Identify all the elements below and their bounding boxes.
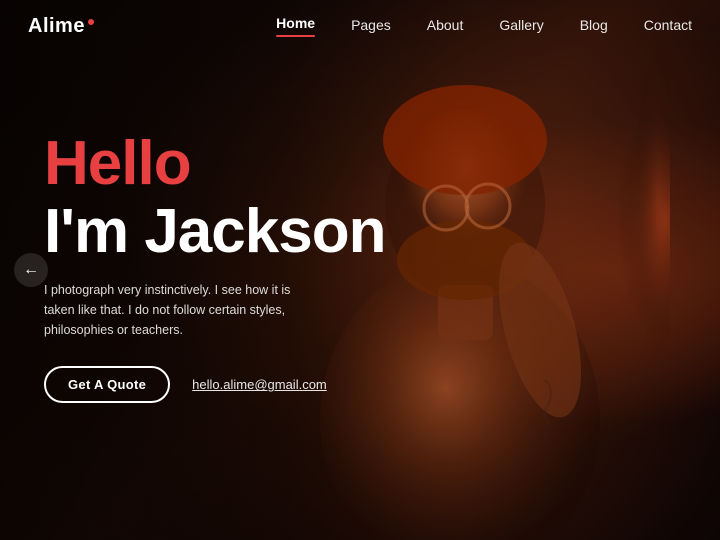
nav-link-home[interactable]: Home — [276, 15, 315, 37]
nav-link-blog[interactable]: Blog — [580, 17, 608, 33]
nav-link-gallery[interactable]: Gallery — [499, 17, 543, 33]
hero-content: Hello I'm Jackson I photograph very inst… — [44, 130, 385, 403]
back-arrow-button[interactable]: ← — [14, 253, 48, 287]
logo[interactable]: Alime — [28, 15, 94, 38]
hero-description: I photograph very instinctively. I see h… — [44, 280, 324, 340]
nav-link-about[interactable]: About — [427, 17, 464, 33]
hero-section: Alime Home Pages About Gallery Blog Cont… — [0, 0, 720, 540]
nav-link-contact[interactable]: Contact — [644, 17, 692, 33]
get-quote-button[interactable]: Get A Quote — [44, 366, 170, 403]
nav-link-pages[interactable]: Pages — [351, 17, 391, 33]
nav-item-blog[interactable]: Blog — [580, 17, 608, 35]
navbar: Alime Home Pages About Gallery Blog Cont… — [0, 0, 720, 52]
logo-text: Alime — [28, 15, 85, 38]
logo-dot — [88, 19, 94, 25]
nav-item-gallery[interactable]: Gallery — [499, 17, 543, 35]
nav-item-pages[interactable]: Pages — [351, 17, 391, 35]
hero-email[interactable]: hello.alime@gmail.com — [192, 377, 327, 392]
nav-item-contact[interactable]: Contact — [644, 17, 692, 35]
nav-item-about[interactable]: About — [427, 17, 464, 35]
nav-item-home[interactable]: Home — [276, 15, 315, 37]
hero-name: I'm Jackson — [44, 198, 385, 266]
hero-greeting: Hello — [44, 130, 385, 198]
nav-links: Home Pages About Gallery Blog Contact — [276, 15, 692, 37]
back-arrow-icon: ← — [23, 261, 39, 279]
hero-actions: Get A Quote hello.alime@gmail.com — [44, 366, 385, 403]
